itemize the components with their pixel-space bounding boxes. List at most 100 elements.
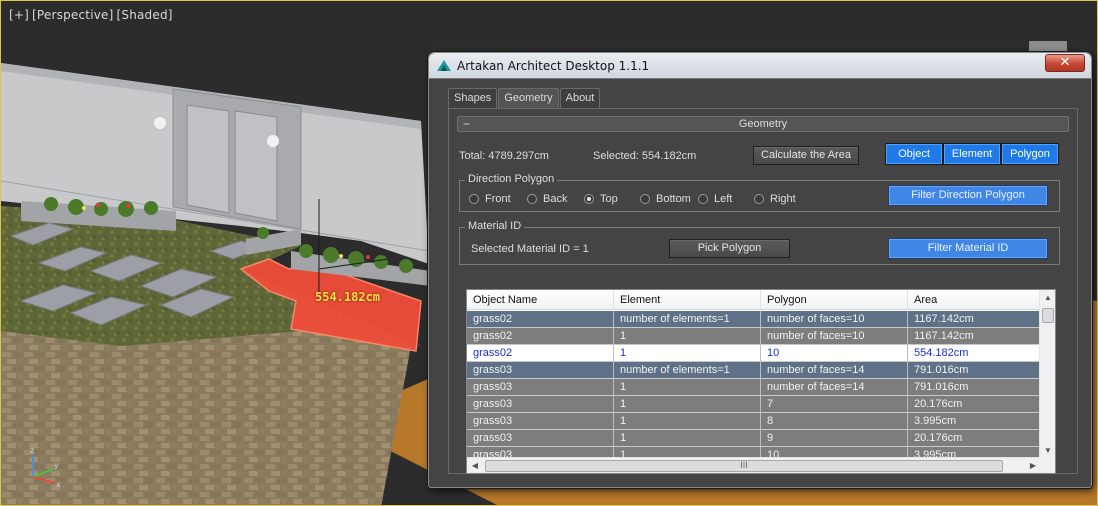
material-id-group: Material ID Selected Material ID = 1 Pic…: [459, 220, 1060, 265]
tab-shapes[interactable]: Shapes: [448, 88, 498, 108]
radio-back-dot[interactable]: [527, 194, 537, 204]
radio-left-dot[interactable]: [698, 194, 708, 204]
table-row[interactable]: grass03 1 9 20.176cm: [467, 430, 1041, 447]
dimension-label: 554.182cm: [315, 290, 381, 304]
column-element[interactable]: Element: [614, 290, 761, 310]
geometry-panel: − Geometry Total: 4789.297cm Selected: 5…: [448, 108, 1078, 474]
table-row[interactable]: grass02 1 number of faces=10 1167.142cm: [467, 328, 1041, 345]
cell-polygon: number of faces=14: [761, 362, 908, 379]
viewport-plus-menu[interactable]: [+]: [9, 8, 29, 22]
cell-object-name: grass02: [467, 345, 614, 362]
vertical-scroll-thumb[interactable]: [1042, 308, 1054, 323]
radio-front-label: Front: [485, 193, 511, 205]
column-object-name[interactable]: Object Name: [467, 290, 614, 310]
mode-object-button[interactable]: Object: [885, 143, 943, 165]
direction-polygon-title: Direction Polygon: [465, 173, 558, 185]
cell-area: 3.995cm: [908, 413, 1041, 430]
mode-element-button[interactable]: Element: [943, 143, 1001, 165]
pick-polygon-button[interactable]: Pick Polygon: [669, 239, 790, 258]
dialog-titlebar[interactable]: Artakan Architect Desktop 1.1.1 ✕: [429, 53, 1091, 79]
table-row[interactable]: grass03 1 8 3.995cm: [467, 413, 1041, 430]
scroll-up-icon[interactable]: ▲: [1040, 290, 1056, 306]
filter-direction-button[interactable]: Filter Direction Polygon: [888, 185, 1048, 206]
mode-polygon-button[interactable]: Polygon: [1001, 143, 1059, 165]
calculate-area-button[interactable]: Calculate the Area: [753, 146, 859, 165]
cell-element: 1: [614, 413, 761, 430]
cell-object-name: grass02: [467, 311, 614, 328]
cell-object-name: grass03: [467, 362, 614, 379]
radio-left-label: Left: [714, 193, 733, 205]
radio-right[interactable]: Right: [754, 192, 796, 206]
scrollbar-corner: [1039, 457, 1055, 473]
cell-element: 1: [614, 430, 761, 447]
table-row[interactable]: grass03 1 7 20.176cm: [467, 396, 1041, 413]
radio-bottom-label: Bottom: [656, 193, 691, 205]
table-row[interactable]: grass03 number of elements=1 number of fac…: [467, 362, 1041, 379]
cell-area: 20.176cm: [908, 396, 1041, 413]
cell-object-name: grass03: [467, 413, 614, 430]
dialog-client: Shapes Geometry About − Geometry Total: …: [436, 87, 1084, 480]
cell-element: number of elements=1: [614, 311, 761, 328]
cell-area: 791.016cm: [908, 379, 1041, 396]
radio-top-dot[interactable]: [584, 194, 594, 204]
radio-front-dot[interactable]: [469, 194, 479, 204]
radio-back[interactable]: Back: [527, 192, 567, 206]
dialog-title: Artakan Architect Desktop 1.1.1: [457, 59, 650, 73]
cell-object-name: grass03: [467, 396, 614, 413]
axis-tripod-icon: z y x: [30, 446, 61, 489]
axis-z-label: z: [30, 446, 34, 455]
geometry-table[interactable]: Object Name Element Polygon Area grass02…: [466, 289, 1056, 474]
cell-polygon: 10: [761, 345, 908, 362]
app-logo-icon: [437, 60, 451, 71]
radio-top-label: Top: [600, 193, 618, 205]
cell-object-name: grass03: [467, 379, 614, 396]
cell-area: 20.176cm: [908, 430, 1041, 447]
geometry-rollout-header[interactable]: − Geometry: [457, 116, 1069, 132]
cell-object-name: grass02: [467, 328, 614, 345]
column-area[interactable]: Area: [908, 290, 1041, 310]
cell-polygon: 8: [761, 413, 908, 430]
horizontal-scroll-thumb[interactable]: III: [485, 460, 1003, 472]
vertical-scrollbar[interactable]: ▲ ▼: [1039, 290, 1055, 459]
radio-front[interactable]: Front: [469, 192, 511, 206]
close-button[interactable]: ✕: [1045, 54, 1085, 72]
cell-element: number of elements=1: [614, 362, 761, 379]
table-row[interactable]: grass02 1 10 554.182cm: [467, 345, 1041, 362]
cell-element: 1: [614, 396, 761, 413]
radio-right-dot[interactable]: [754, 194, 764, 204]
table-body: grass02 number of elements=1 number of fac…: [467, 311, 1041, 459]
cell-area: 1167.142cm: [908, 328, 1041, 345]
viewport-perspective-menu[interactable]: [Perspective]: [32, 8, 113, 22]
cell-polygon: number of faces=10: [761, 328, 908, 345]
viewport-labels[interactable]: [+] [Perspective] [Shaded]: [9, 8, 176, 22]
cell-polygon: number of faces=10: [761, 311, 908, 328]
cell-polygon: 9: [761, 430, 908, 447]
cell-polygon: 7: [761, 396, 908, 413]
cell-area: 791.016cm: [908, 362, 1041, 379]
cell-area: 1167.142cm: [908, 311, 1041, 328]
radio-top[interactable]: Top: [584, 192, 618, 206]
tab-about[interactable]: About: [559, 88, 601, 108]
column-polygon[interactable]: Polygon: [761, 290, 908, 310]
selected-area-label: Selected: 554.182cm: [593, 150, 697, 162]
axis-x-label: x: [56, 480, 61, 489]
table-row[interactable]: grass03 1 number of faces=14 791.016cm: [467, 379, 1041, 396]
cell-object-name: grass03: [467, 430, 614, 447]
horizontal-scrollbar[interactable]: ◀ III ▶: [467, 457, 1041, 473]
artakan-dialog: Artakan Architect Desktop 1.1.1 ✕ Shapes…: [428, 52, 1092, 488]
scroll-left-icon[interactable]: ◀: [467, 458, 483, 474]
filter-material-button[interactable]: Filter Material ID: [888, 238, 1048, 259]
viewport-shading-menu[interactable]: [Shaded]: [117, 8, 173, 22]
cell-area: 554.182cm: [908, 345, 1041, 362]
table-row[interactable]: grass02 number of elements=1 number of fac…: [467, 311, 1041, 328]
tab-bar: Shapes Geometry About: [448, 88, 601, 109]
radio-bottom[interactable]: Bottom: [640, 192, 691, 206]
radio-bottom-dot[interactable]: [640, 194, 650, 204]
total-area-label: Total: 4789.297cm: [459, 150, 549, 162]
tab-geometry[interactable]: Geometry: [498, 88, 559, 109]
radio-back-label: Back: [543, 193, 568, 205]
table-header: Object Name Element Polygon Area: [467, 290, 1041, 310]
cell-element: 1: [614, 345, 761, 362]
radio-left[interactable]: Left: [698, 192, 732, 206]
cell-element: 1: [614, 328, 761, 345]
